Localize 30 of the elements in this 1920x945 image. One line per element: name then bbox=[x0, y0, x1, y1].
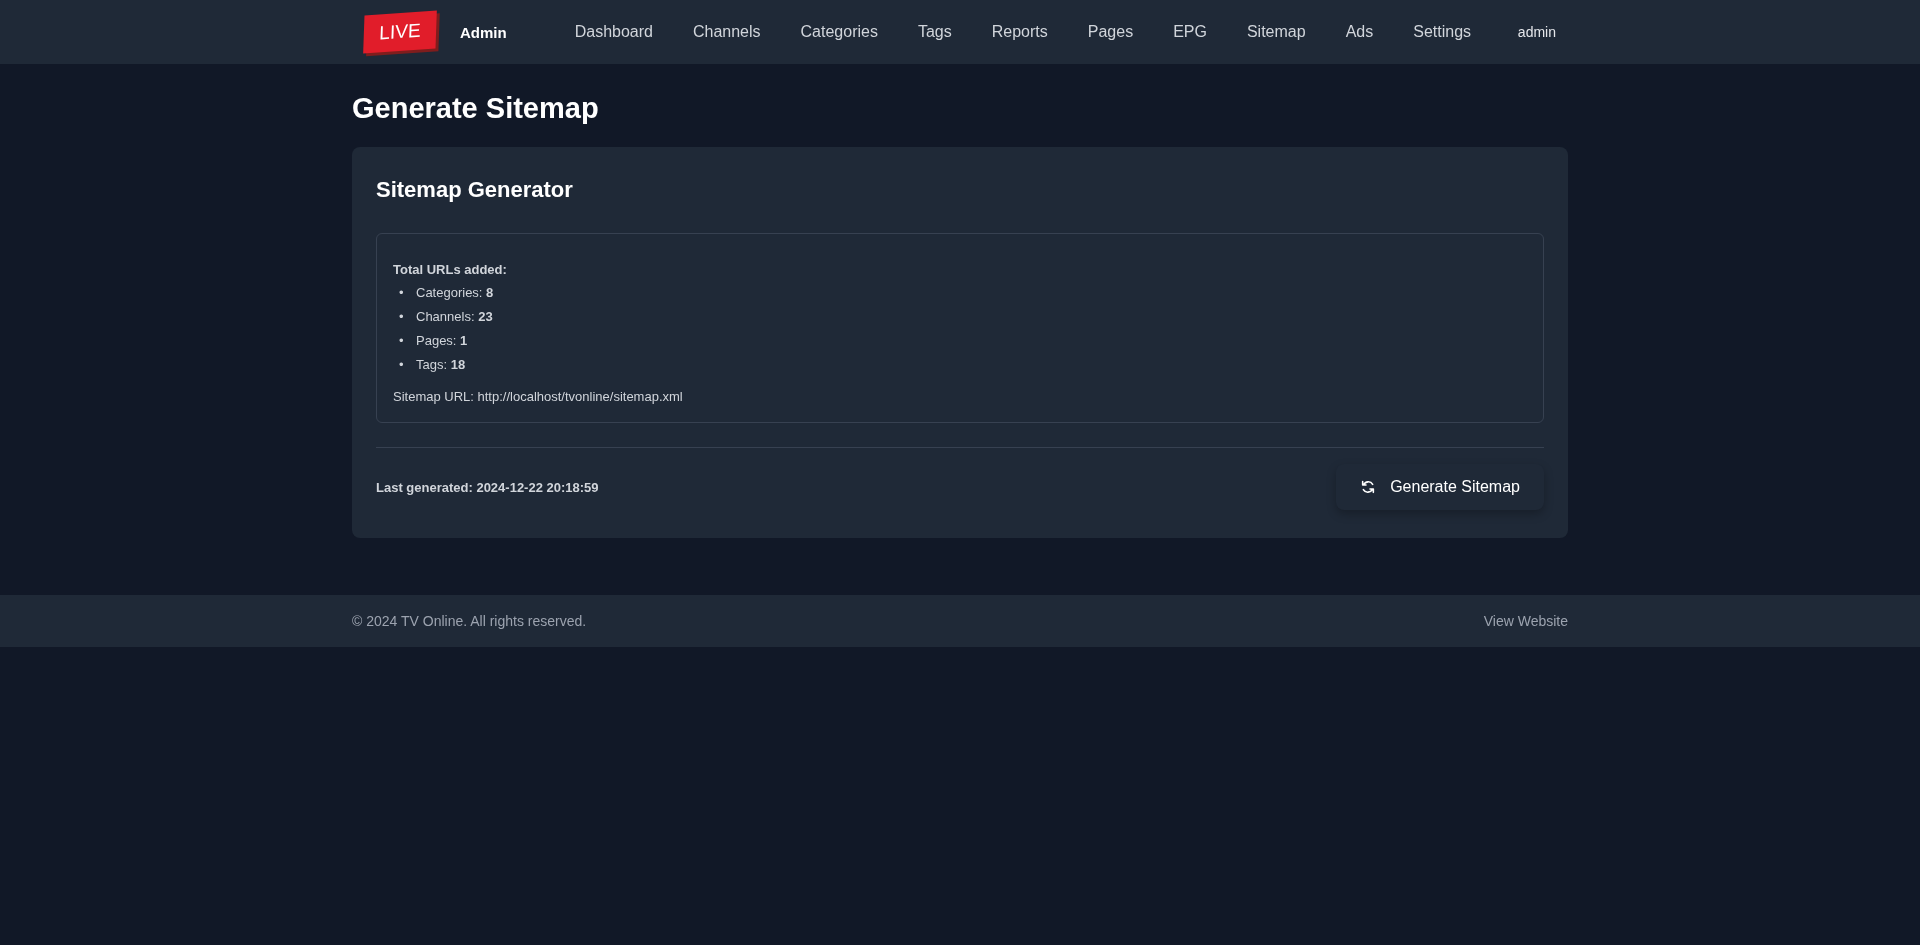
nav-link[interactable]: Tags bbox=[917, 23, 952, 41]
page-title: Generate Sitemap bbox=[352, 91, 600, 126]
bullet: • bbox=[399, 356, 405, 374]
nav-link[interactable]: Pages bbox=[1087, 23, 1134, 41]
url-count: Tags: 18 bbox=[416, 356, 466, 374]
brand-label: Admin bbox=[460, 23, 507, 41]
url-count: Categories: 8 bbox=[416, 284, 494, 302]
user-menu[interactable]: admin bbox=[1517, 24, 1556, 40]
live-logo[interactable]: LIVE bbox=[363, 10, 437, 54]
nav-link[interactable]: Reports bbox=[991, 23, 1048, 41]
url-count: Pages: 1 bbox=[416, 332, 468, 350]
card-title: Sitemap Generator bbox=[376, 177, 574, 203]
nav-link[interactable]: Categories bbox=[800, 23, 878, 41]
nav-link[interactable]: Channels bbox=[692, 23, 761, 41]
result-heading: Total URLs added: bbox=[393, 262, 508, 277]
nav-link[interactable]: EPG bbox=[1173, 23, 1207, 41]
last-generated: Last generated: 2024-12-22 20:18:59 bbox=[376, 479, 599, 495]
nav-link[interactable]: Ads bbox=[1345, 23, 1374, 41]
copyright-text: © 2024 TV Online. All rights reserved. bbox=[352, 613, 587, 629]
bullet: • bbox=[399, 284, 405, 302]
view-website-link[interactable]: View Website bbox=[1483, 613, 1568, 629]
nav-link[interactable]: Settings bbox=[1413, 23, 1472, 41]
url-count: Channels: 23 bbox=[416, 308, 493, 326]
bullet: • bbox=[399, 332, 405, 350]
bullet: • bbox=[399, 308, 405, 326]
nav-link[interactable]: Sitemap bbox=[1246, 23, 1306, 41]
refresh-icon bbox=[1360, 479, 1377, 495]
nav-link[interactable]: Dashboard bbox=[574, 23, 653, 41]
sitemap-url: Sitemap URL: http://localhost/tvonline/sitemap.xml bbox=[393, 389, 684, 404]
generate-sitemap-button[interactable]: Generate Sitemap bbox=[1336, 464, 1544, 510]
